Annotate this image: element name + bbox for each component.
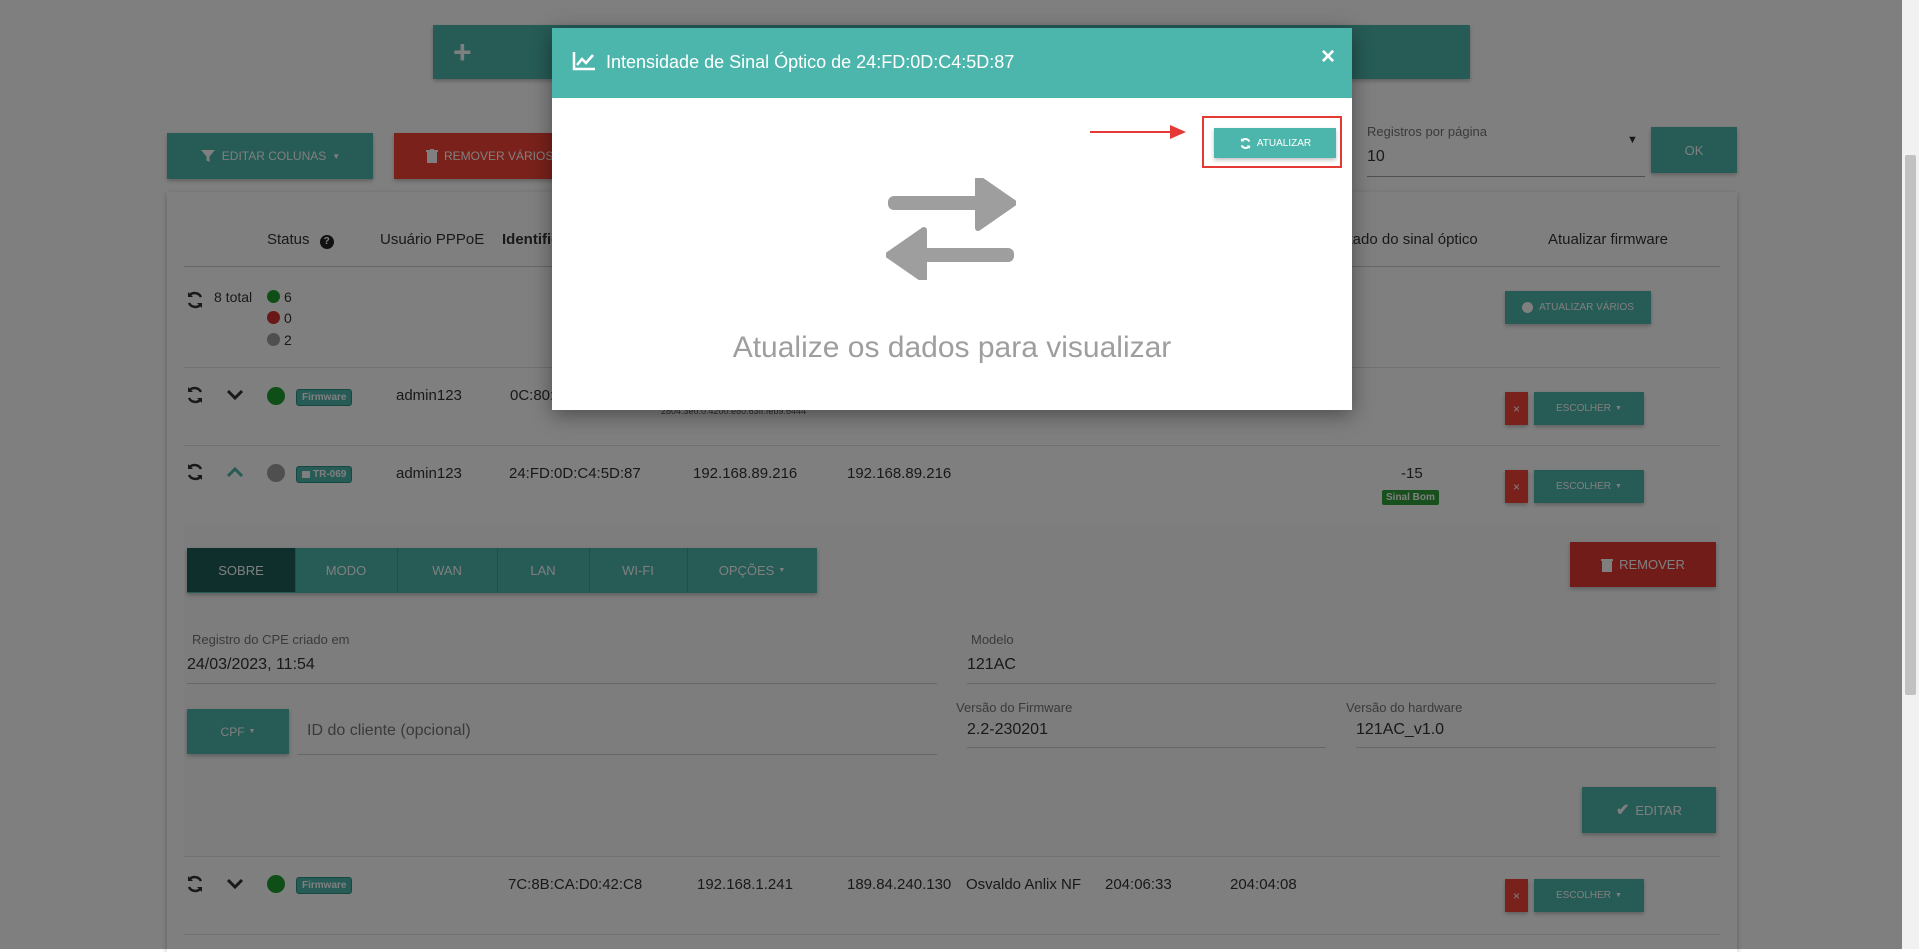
scrollbar-thumb[interactable]	[1905, 155, 1916, 695]
refresh-icon	[1240, 137, 1251, 149]
refresh-button[interactable]: ATUALIZAR	[1214, 128, 1336, 158]
arrow-right-icon	[1090, 125, 1186, 139]
signal-modal: Intensidade de Sinal Óptico de 24:FD:0D:…	[552, 28, 1352, 410]
scrollbar[interactable]	[1902, 0, 1919, 949]
modal-header: Intensidade de Sinal Óptico de 24:FD:0D:…	[552, 28, 1352, 98]
chart-line-icon	[572, 52, 595, 71]
exchange-icon	[886, 178, 1016, 280]
modal-title: Intensidade de Sinal Óptico de 24:FD:0D:…	[606, 52, 1015, 72]
refresh-label: ATUALIZAR	[1256, 137, 1312, 149]
close-icon[interactable]: ×	[1321, 43, 1335, 71]
empty-state-message: Atualize os dados para visualizar	[732, 331, 1172, 364]
